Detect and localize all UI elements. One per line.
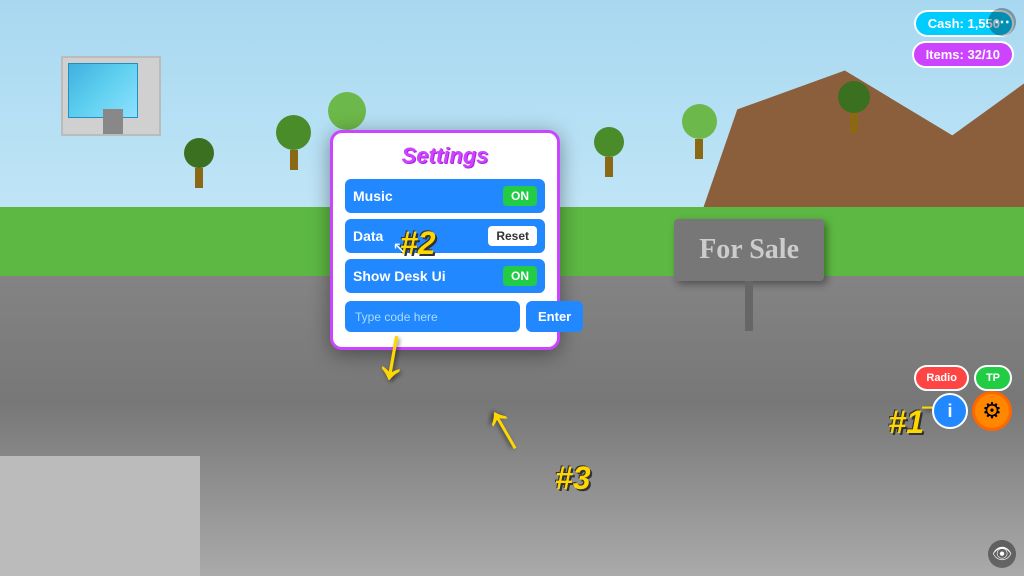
info-circle-button[interactable]: i: [932, 393, 968, 429]
music-toggle[interactable]: ON: [503, 186, 537, 206]
settings-panel: Settings Music ON Data Reset Show Desk U…: [330, 130, 560, 350]
code-input[interactable]: [345, 301, 520, 332]
settings-title: Settings: [345, 143, 545, 169]
tree-1: [184, 138, 214, 188]
tree-4-trunk: [605, 157, 613, 177]
tree-4-top: [594, 127, 624, 157]
tree-3-top: [328, 92, 366, 130]
annotation-num1: #1: [888, 404, 924, 441]
code-row: Enter: [345, 301, 545, 332]
tree-2-top: [276, 115, 311, 150]
dots-menu-button[interactable]: ⋯: [988, 8, 1016, 36]
data-reset-button[interactable]: Reset: [488, 226, 537, 246]
gear-icon: ⚙: [982, 398, 1002, 424]
music-label: Music: [353, 188, 503, 204]
gear-button[interactable]: ⚙: [972, 391, 1012, 431]
eye-icon: 👁: [992, 544, 1012, 564]
eye-icon-button[interactable]: 👁: [988, 540, 1016, 568]
showdesk-toggle[interactable]: ON: [503, 266, 537, 286]
showdesk-row: Show Desk Ui ON: [345, 259, 545, 293]
tree-1-top: [184, 138, 214, 168]
for-sale-post: [745, 281, 753, 331]
tree-2-trunk: [290, 150, 298, 170]
building-door: [103, 109, 123, 134]
tree-2: [276, 115, 311, 170]
tree-6: [838, 81, 870, 133]
gear-row: i ⚙: [932, 391, 1012, 431]
annotation-num2: #2: [400, 225, 436, 262]
radio-button[interactable]: Radio: [914, 365, 969, 391]
tree-1-trunk: [195, 168, 203, 188]
tree-6-top: [838, 81, 870, 113]
tree-6-trunk: [850, 113, 858, 133]
tp-button[interactable]: TP: [974, 365, 1012, 391]
data-row: Data Reset: [345, 219, 545, 253]
building: [51, 46, 171, 136]
items-display: Items: 32/10: [912, 41, 1014, 68]
building-body: [61, 56, 161, 136]
tree-5: [682, 104, 717, 159]
tree-5-top: [682, 104, 717, 139]
tree-5-trunk: [695, 139, 703, 159]
showdesk-label: Show Desk Ui: [353, 268, 503, 284]
enter-button[interactable]: Enter: [526, 301, 583, 332]
sidewalk-left: [0, 456, 200, 576]
for-sale-text: For Sale: [674, 219, 824, 281]
tree-4: [594, 127, 624, 177]
music-row: Music ON: [345, 179, 545, 213]
for-sale-sign: For Sale: [674, 219, 824, 331]
action-buttons: Radio TP: [914, 365, 1012, 391]
annotation-num3: #3: [555, 460, 591, 497]
